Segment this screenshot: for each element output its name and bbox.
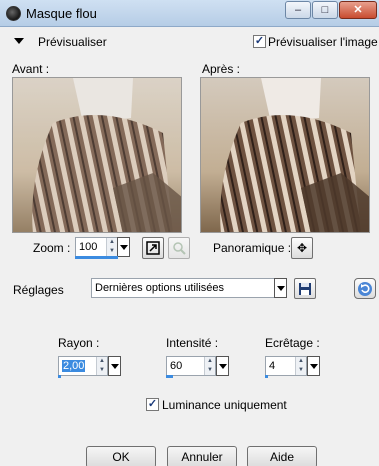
after-preview[interactable] (200, 77, 370, 233)
title-bar: Masque flou – □ ✕ (0, 0, 379, 27)
maximize-button[interactable]: □ (312, 1, 338, 19)
before-preview[interactable] (12, 77, 182, 233)
zoom-to-fit-button[interactable] (142, 237, 164, 259)
intensity-input[interactable]: 60 ▲ ▼ (166, 356, 216, 376)
intensity-slider[interactable] (166, 375, 173, 378)
radius-value: 2,00 (62, 360, 86, 372)
close-button[interactable]: ✕ (339, 1, 377, 19)
zoom-spinner[interactable]: ▲ ▼ (106, 238, 117, 256)
radius-label: Rayon : (58, 336, 100, 350)
pan-button[interactable]: ✥ (291, 237, 313, 259)
window-title: Masque flou (26, 6, 97, 21)
reset-settings-button[interactable] (354, 278, 376, 299)
pan-label: Panoramique : (213, 241, 292, 255)
zoom-dropdown-button[interactable] (117, 237, 130, 257)
luminance-label: Luminance uniquement (162, 398, 287, 412)
zoom-value: 100 (79, 241, 98, 253)
reset-icon (358, 282, 372, 296)
clip-spinner[interactable]: ▲ ▼ (295, 357, 306, 375)
clip-value: 4 (269, 360, 276, 372)
after-preview-image (201, 78, 369, 232)
clip-slider[interactable] (265, 375, 268, 378)
zoom-input[interactable]: 100 ▲ ▼ (75, 237, 118, 257)
before-preview-image (13, 78, 181, 232)
zoom-label: Zoom : (33, 241, 71, 255)
before-label: Avant : (12, 62, 50, 76)
save-settings-button[interactable] (294, 278, 316, 299)
move-icon: ✥ (296, 241, 308, 255)
intensity-label: Intensité : (166, 336, 219, 350)
intensity-dropdown-button[interactable] (216, 356, 229, 376)
radius-slider[interactable] (58, 375, 61, 378)
zoom-actual-size-button[interactable] (168, 237, 190, 259)
settings-selected-value: Dernières options utilisées (95, 282, 225, 294)
settings-dropdown-button[interactable] (274, 278, 287, 298)
minimize-button[interactable]: – (285, 1, 311, 19)
radius-dropdown-button[interactable] (108, 356, 121, 376)
clip-label: Ecrêtage : (265, 336, 320, 350)
settings-label: Réglages (13, 283, 64, 297)
zoom-fit-icon (146, 241, 160, 255)
cancel-button[interactable]: Annuler (167, 446, 237, 466)
luminance-checkbox[interactable]: ✓ (146, 398, 159, 411)
radius-spinner[interactable]: ▲ ▼ (96, 357, 107, 375)
preview-image-checkbox[interactable]: ✓ (253, 35, 266, 48)
collapse-preview-icon[interactable] (14, 38, 24, 44)
clip-input[interactable]: 4 ▲ ▼ (265, 356, 307, 376)
preview-image-label: Prévisualiser l'image (268, 35, 378, 49)
help-button[interactable]: Aide (247, 446, 317, 466)
magnifier-icon (173, 242, 186, 255)
app-icon (6, 6, 21, 21)
after-label: Après : (202, 62, 241, 76)
preview-label: Prévisualiser (38, 35, 107, 49)
intensity-value: 60 (170, 360, 183, 372)
floppy-disk-icon (299, 283, 311, 295)
ok-button[interactable]: OK (86, 446, 156, 466)
settings-select[interactable]: Dernières options utilisées (91, 278, 275, 298)
intensity-spinner[interactable]: ▲ ▼ (204, 357, 215, 375)
clip-dropdown-button[interactable] (307, 356, 320, 376)
radius-input[interactable]: 2,00 ▲ ▼ (58, 356, 108, 376)
zoom-slider[interactable] (75, 256, 118, 259)
